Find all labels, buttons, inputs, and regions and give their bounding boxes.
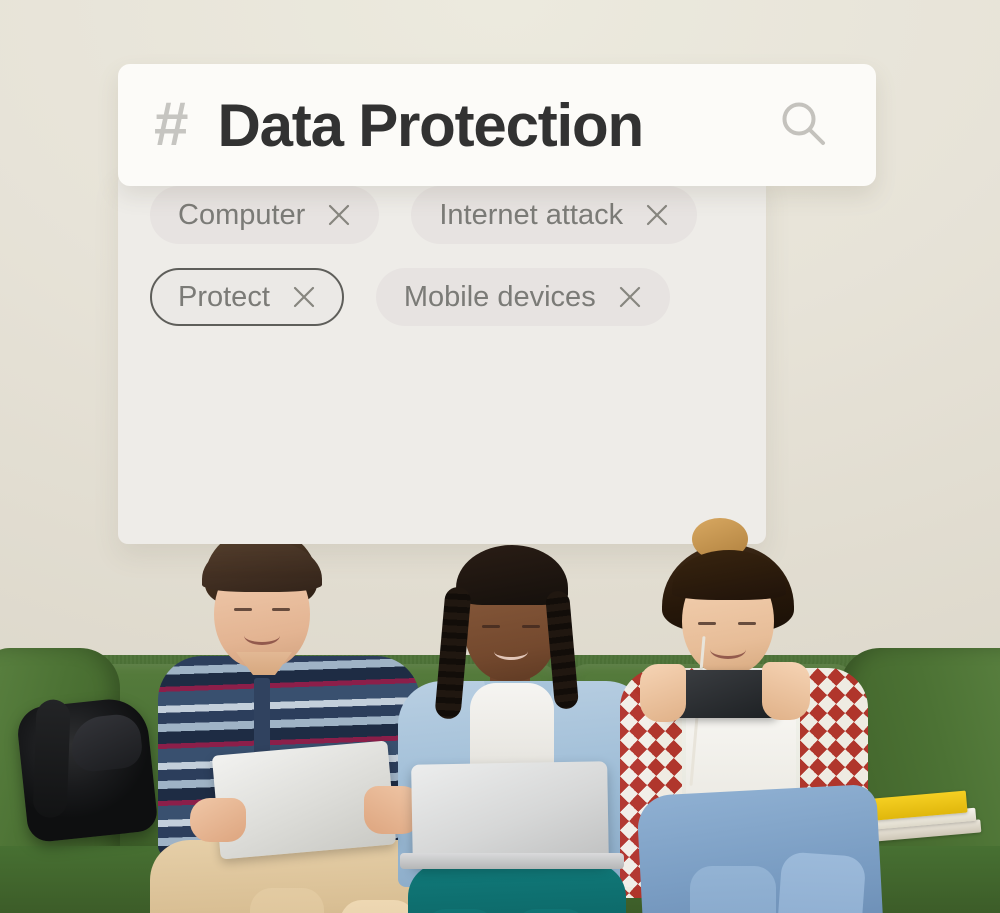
leg: [250, 888, 324, 913]
tag-list: Computer Internet attack Protect Mobile …: [150, 186, 770, 350]
person-right: [620, 518, 890, 913]
eye: [234, 608, 252, 611]
eye: [522, 625, 540, 628]
search-query-text[interactable]: Data Protection: [217, 91, 644, 160]
person-center: [398, 545, 658, 913]
tag-chip-label: Protect: [178, 280, 270, 313]
close-icon[interactable]: [327, 203, 351, 227]
hash-icon: #: [154, 90, 188, 159]
eye: [738, 622, 756, 625]
screenshot-root: # Data Protection Computer Internet atta…: [0, 0, 1000, 913]
close-icon[interactable]: [618, 285, 642, 309]
search-icon[interactable]: [776, 97, 832, 153]
tag-row: Protect Mobile devices: [150, 268, 770, 326]
eye: [698, 622, 716, 625]
smile: [494, 643, 528, 660]
tag-chip-computer[interactable]: Computer: [150, 186, 380, 244]
close-icon[interactable]: [292, 285, 316, 309]
eye: [272, 608, 290, 611]
person-left: [150, 528, 436, 913]
search-bar[interactable]: # Data Protection: [118, 64, 876, 186]
tag-chip-label: Mobile devices: [403, 280, 596, 313]
white-tee: [470, 683, 554, 775]
laptop-base: [400, 853, 624, 869]
hand: [762, 662, 810, 720]
tag-chip-protect[interactable]: Protect: [150, 268, 344, 326]
hand: [640, 664, 686, 722]
smile: [244, 626, 280, 645]
tag-row: Computer Internet attack: [150, 186, 770, 244]
smile: [710, 640, 746, 659]
tag-chip-label: Computer: [178, 198, 306, 231]
eye: [482, 625, 500, 628]
tag-chip-label: Internet attack: [439, 198, 624, 231]
search-widget: # Data Protection Computer Internet atta…: [118, 64, 878, 546]
backpack: [15, 695, 159, 844]
trousers: [408, 863, 626, 913]
hand: [190, 798, 246, 842]
tag-chip-mobile-devices[interactable]: Mobile devices: [375, 268, 670, 326]
leg: [690, 866, 776, 913]
close-icon[interactable]: [645, 203, 669, 227]
tag-chip-internet-attack[interactable]: Internet attack: [411, 186, 698, 244]
laptop-device: [411, 761, 609, 867]
